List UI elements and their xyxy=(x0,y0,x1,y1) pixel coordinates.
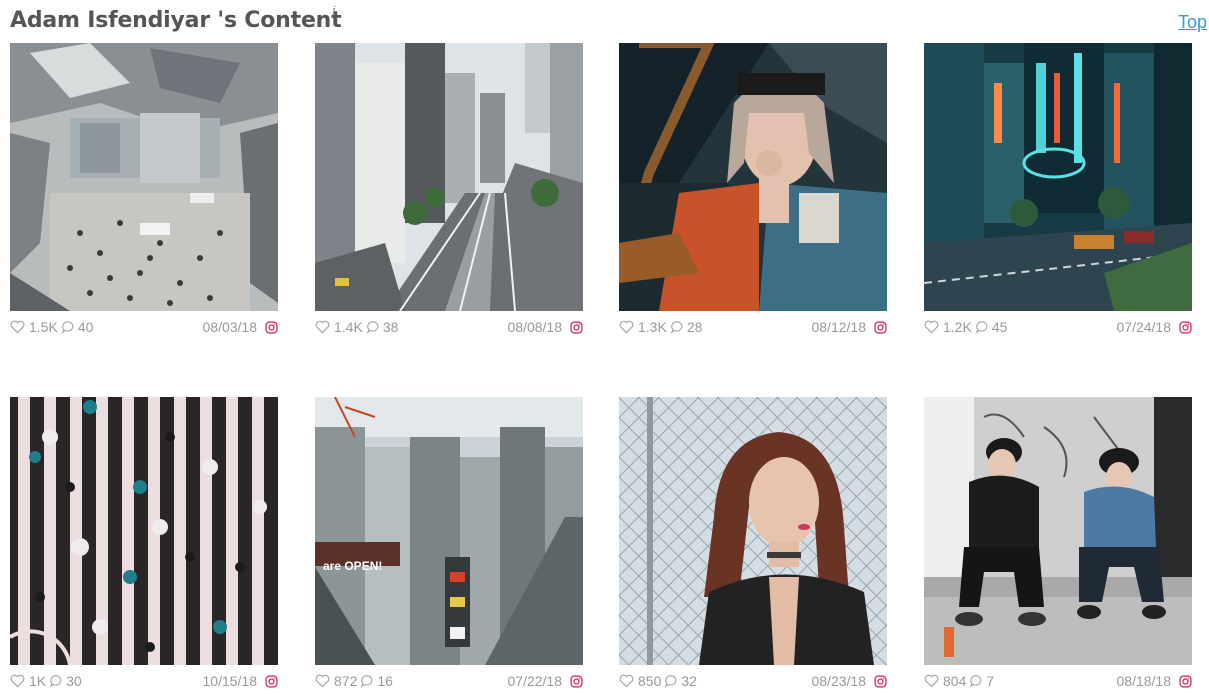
post-stats: 804 7 08/18/18 xyxy=(924,671,1192,691)
heart-icon xyxy=(315,674,330,688)
info-icon[interactable]: i xyxy=(332,4,336,19)
instagram-icon[interactable] xyxy=(265,674,278,688)
likes-count: 1.5K xyxy=(29,319,58,335)
comment-icon xyxy=(49,675,62,688)
likes-count: 1.2K xyxy=(943,319,972,335)
post-stats: 1.5K 40 08/03/18 xyxy=(10,317,278,337)
heart-icon xyxy=(924,320,939,334)
post-date: 07/22/18 xyxy=(507,673,563,689)
post-stats: 850 32 08/23/18 xyxy=(619,671,887,691)
comment-icon xyxy=(664,675,677,688)
likes-count: 1.3K xyxy=(638,319,667,335)
post-stats: 1.2K 45 07/24/18 xyxy=(924,317,1192,337)
comment-icon xyxy=(360,675,373,688)
woman-in-car-photo xyxy=(619,43,887,311)
crosswalk-aerial-photo xyxy=(10,397,278,665)
instagram-icon[interactable] xyxy=(265,320,278,334)
post-card: 850 32 08/23/18 xyxy=(619,397,887,697)
heart-icon xyxy=(619,674,634,688)
post-date: 10/15/18 xyxy=(202,673,258,689)
instagram-icon[interactable] xyxy=(1179,320,1192,334)
post-stats: 1.4K 38 08/08/18 xyxy=(315,317,583,337)
likes-count: 804 xyxy=(943,673,967,689)
post-thumbnail[interactable] xyxy=(619,397,887,665)
post-card: 1.4K 38 08/08/18 xyxy=(315,43,583,343)
heart-icon xyxy=(10,674,25,688)
instagram-icon[interactable] xyxy=(874,320,887,334)
likes-count: 872 xyxy=(334,673,358,689)
post-date: 08/12/18 xyxy=(811,319,867,335)
dense-city-photo: are OPEN! xyxy=(315,397,583,665)
post-thumbnail[interactable] xyxy=(619,43,887,311)
comments-count: 7 xyxy=(986,673,995,689)
comments-count: 38 xyxy=(382,319,399,335)
post-date: 07/24/18 xyxy=(1116,319,1172,335)
post-stats: 872 16 07/22/18 xyxy=(315,671,583,691)
comment-icon xyxy=(61,321,74,334)
comment-icon xyxy=(975,321,988,334)
post-card: 1K 30 10/15/18 xyxy=(10,397,278,697)
woman-by-fence-photo xyxy=(619,397,887,665)
post-date: 08/08/18 xyxy=(507,319,563,335)
post-stats: 1K 30 10/15/18 xyxy=(10,671,278,691)
post-date: 08/18/18 xyxy=(1116,673,1172,689)
post-stats: 1.3K 28 08/12/18 xyxy=(619,317,887,337)
comments-count: 32 xyxy=(681,673,697,689)
likes-count: 1K xyxy=(29,673,47,689)
comment-icon xyxy=(670,321,683,334)
post-thumbnail[interactable] xyxy=(924,397,1192,665)
comment-icon xyxy=(969,675,982,688)
comments-count: 30 xyxy=(66,673,82,689)
instagram-icon[interactable] xyxy=(874,674,887,688)
comments-count: 45 xyxy=(991,319,1008,335)
comment-icon xyxy=(366,321,379,334)
post-thumbnail[interactable]: are OPEN! xyxy=(315,397,583,665)
likes-count: 850 xyxy=(638,673,662,689)
post-card: 1.5K 40 08/03/18 xyxy=(10,43,278,343)
post-date: 08/03/18 xyxy=(202,319,258,335)
post-thumbnail[interactable] xyxy=(924,43,1192,311)
post-thumbnail[interactable] xyxy=(10,397,278,665)
post-date: 08/23/18 xyxy=(811,673,867,689)
page-title: Adam Isfendiyar 's Content xyxy=(10,8,342,33)
instagram-icon[interactable] xyxy=(570,320,583,334)
likes-count: 1.4K xyxy=(334,319,363,335)
heart-icon xyxy=(315,320,330,334)
shop-sign-text: are OPEN! xyxy=(323,559,382,573)
comments-count: 28 xyxy=(686,319,703,335)
instagram-icon[interactable] xyxy=(570,674,583,688)
content-header: Adam Isfendiyar 's Content i Top xyxy=(10,4,1209,40)
post-card: 804 7 08/18/18 xyxy=(924,397,1192,697)
two-men-sitting-photo xyxy=(924,397,1192,665)
heart-icon xyxy=(619,320,634,334)
neon-street-photo xyxy=(924,43,1192,311)
mirrored-plaza-photo xyxy=(10,43,278,311)
heart-icon xyxy=(924,674,939,688)
heart-icon xyxy=(10,320,25,334)
post-card: are OPEN! 872 16 07/22/18 xyxy=(315,397,583,697)
content-grid: 1.5K 40 08/03/18 1.4K 38 08/08/18 1.3K 2… xyxy=(10,43,1195,693)
instagram-icon[interactable] xyxy=(1179,674,1192,688)
post-thumbnail[interactable] xyxy=(315,43,583,311)
comments-count: 16 xyxy=(377,673,393,689)
post-card: 1.3K 28 08/12/18 xyxy=(619,43,887,343)
post-thumbnail[interactable] xyxy=(10,43,278,311)
top-link[interactable]: Top xyxy=(1178,12,1207,33)
city-highway-photo xyxy=(315,43,583,311)
comments-count: 40 xyxy=(77,319,94,335)
post-card: 1.2K 45 07/24/18 xyxy=(924,43,1192,343)
